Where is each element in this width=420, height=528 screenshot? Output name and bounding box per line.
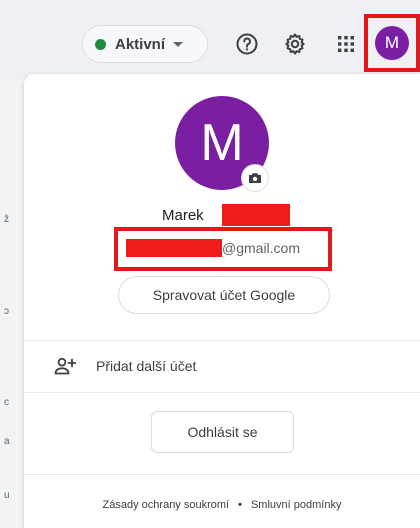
apps-grid-icon[interactable] (331, 29, 361, 59)
background-glyph: ɔ (4, 306, 9, 317)
email-highlight: @gmail.com (114, 227, 332, 271)
user-name: Marek (162, 207, 204, 224)
camera-icon[interactable] (241, 164, 269, 192)
user-email: @gmail.com (222, 240, 301, 256)
redacted-email-block (126, 239, 222, 257)
redacted-name-block (222, 204, 290, 226)
background-glyph: ž (4, 214, 9, 225)
divider (24, 392, 420, 393)
background-glyph: u (4, 490, 10, 501)
add-account-item[interactable]: Přidat další účet (24, 342, 420, 390)
sign-out-button[interactable]: Odhlásit se (151, 411, 294, 453)
add-person-icon (54, 357, 76, 375)
divider (24, 340, 420, 341)
account-avatar-button[interactable]: M (375, 26, 409, 60)
caret-down-icon (173, 41, 184, 47)
help-icon[interactable] (232, 29, 262, 59)
background-glyph: c (4, 397, 9, 408)
footer-links: Zásady ochrany soukromí • Smluvní podmín… (24, 494, 420, 516)
status-label: Aktivní (115, 35, 166, 53)
settings-gear-icon[interactable] (280, 29, 310, 59)
privacy-policy-link[interactable]: Zásady ochrany soukromí (103, 499, 230, 511)
divider (24, 474, 420, 475)
terms-link[interactable]: Smluvní podmínky (251, 499, 341, 511)
manage-google-account-button[interactable]: Spravovat účet Google (118, 276, 330, 314)
add-account-label: Přidat další účet (96, 358, 197, 374)
status-dot-icon (95, 38, 106, 50)
top-toolbar: Aktivní M (0, 0, 420, 80)
footer-separator: • (238, 499, 242, 511)
status-dropdown[interactable]: Aktivní (82, 25, 208, 63)
account-menu-card: M Marek @gmail.com Spravovat účet Google… (24, 74, 420, 528)
background-glyph: a (4, 436, 10, 447)
account-avatar-highlight: M (364, 14, 420, 72)
